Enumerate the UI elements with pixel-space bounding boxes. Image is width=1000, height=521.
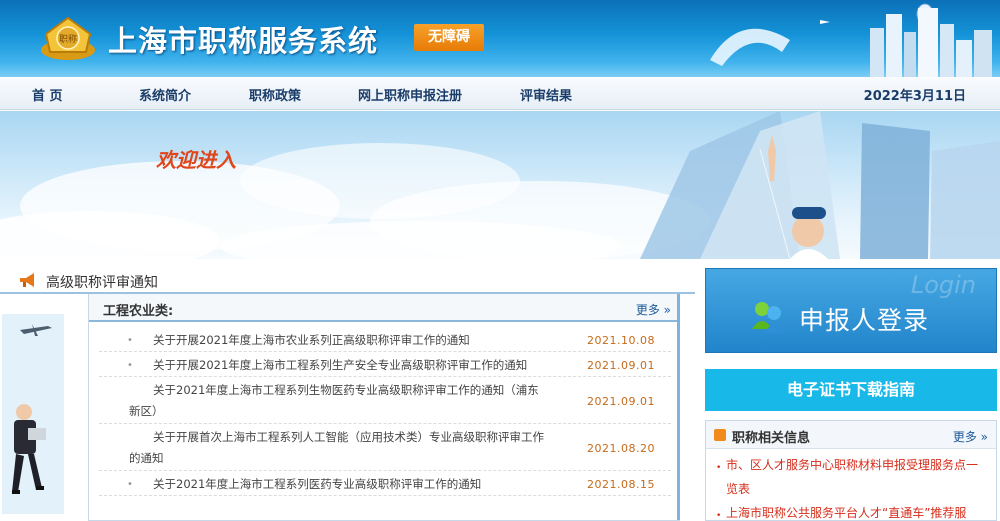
list-edge-bar xyxy=(677,294,680,520)
banner-illustration xyxy=(0,111,1000,259)
nav-item-home[interactable]: 首 页 xyxy=(32,85,63,104)
welcome-text: 欢迎进入 xyxy=(156,148,236,172)
accessibility-button[interactable]: 无障碍 xyxy=(414,24,484,51)
related-info-more-link[interactable]: 更多 » xyxy=(953,428,988,445)
notice-item-title[interactable]: 关于开展2021年度上海市工程系列生产安全专业高级职称评审工作的通知 xyxy=(129,355,549,376)
notice-list-item[interactable]: • 关于开展2021年度上海市农业系列正高级职称评审工作的通知 2021.10.… xyxy=(99,330,671,352)
notice-item-title[interactable]: 关于开展首次上海市工程系列人工智能（应用技术类）专业高级职称评审工作的通知 xyxy=(129,427,549,469)
notice-item-date: 2021.08.15 xyxy=(587,478,655,491)
nav-item-introduction[interactable]: 系统简介 xyxy=(139,85,191,104)
notice-section-header: 高级职称评审通知 xyxy=(0,268,695,294)
notice-list-header: 工程农业类: 更多 » xyxy=(89,294,679,322)
businessman-illustration xyxy=(2,314,64,514)
main-nav: 首 页 系统简介 职称政策 网上职称申报注册 评审结果 2022年3月11日 xyxy=(0,77,1000,110)
related-info-title: 职称相关信息 xyxy=(732,431,811,446)
link-bullet-icon: • xyxy=(716,511,722,521)
login-watermark: Login xyxy=(910,271,976,299)
notice-item-title[interactable]: 关于2021年度上海市工程系列生物医药专业高级职称评审工作的通知（浦东新区） xyxy=(129,380,549,422)
login-label: 申报人登录 xyxy=(799,306,930,335)
notice-item-date: 2021.10.08 xyxy=(587,334,655,347)
users-icon xyxy=(752,302,784,333)
related-info-link[interactable]: 上海市职称公共服务平台人才“直通车”推荐服 xyxy=(726,501,988,521)
link-bullet-icon: • xyxy=(716,463,722,473)
current-date: 2022年3月11日 xyxy=(863,89,966,104)
notice-list-panel: 工程农业类: 更多 » • 关于开展2021年度上海市农业系列正高级职称评审工作… xyxy=(88,294,680,521)
applicant-login-button[interactable]: Login 申报人登录 xyxy=(705,268,997,353)
nav-item-policy[interactable]: 职称政策 xyxy=(249,85,301,104)
notice-item-title[interactable]: 关于开展2021年度上海市农业系列正高级职称评审工作的通知 xyxy=(129,330,549,351)
nav-item-results[interactable]: 评审结果 xyxy=(520,85,572,104)
nav-item-registration[interactable]: 网上职称申报注册 xyxy=(358,85,462,104)
notice-list-item[interactable]: 关于2021年度上海市工程系列生物医药专业高级职称评审工作的通知（浦东新区） 2… xyxy=(99,380,671,424)
notice-item-date: 2021.09.01 xyxy=(587,395,655,408)
notice-more-link[interactable]: 更多 » xyxy=(636,301,671,318)
notice-item-date: 2021.08.20 xyxy=(587,442,655,455)
notice-list-item[interactable]: • 关于开展2021年度上海市工程系列生产安全专业高级职称评审工作的通知 202… xyxy=(99,355,671,377)
notice-list-item[interactable]: 关于开展首次上海市工程系列人工智能（应用技术类）专业高级职称评审工作的通知 20… xyxy=(99,427,671,471)
related-info-link[interactable]: 市、区人才服务中心职称材料申报受理服务点一览表 xyxy=(726,453,988,501)
related-info-panel: 职称相关信息 更多 » • 市、区人才服务中心职称材料申报受理服务点一览表 • … xyxy=(705,420,997,521)
notice-category-label: 工程农业类: xyxy=(103,304,174,319)
site-header: 职称 上海市职称服务系统 无障碍 xyxy=(0,0,1000,77)
megaphone-icon xyxy=(20,273,34,287)
info-square-icon xyxy=(714,429,726,441)
notice-list-item[interactable]: • 关于2021年度上海市工程系列医药专业高级职称评审工作的通知 2021.08… xyxy=(99,474,671,496)
e-certificate-guide-button[interactable]: 电子证书下载指南 xyxy=(705,369,997,411)
emblem-text: 职称 xyxy=(59,33,77,45)
welcome-banner: 欢迎进入 xyxy=(0,111,1000,259)
related-info-header: 职称相关信息 更多 » xyxy=(706,421,996,449)
header-skyline-illustration xyxy=(710,3,992,77)
notice-section-title: 高级职称评审通知 xyxy=(46,275,158,291)
emblem-logo-icon: 职称 xyxy=(41,16,95,60)
notice-item-date: 2021.09.01 xyxy=(587,359,655,372)
site-title: 上海市职称服务系统 xyxy=(108,24,379,58)
notice-item-title[interactable]: 关于2021年度上海市工程系列医药专业高级职称评审工作的通知 xyxy=(129,474,549,495)
